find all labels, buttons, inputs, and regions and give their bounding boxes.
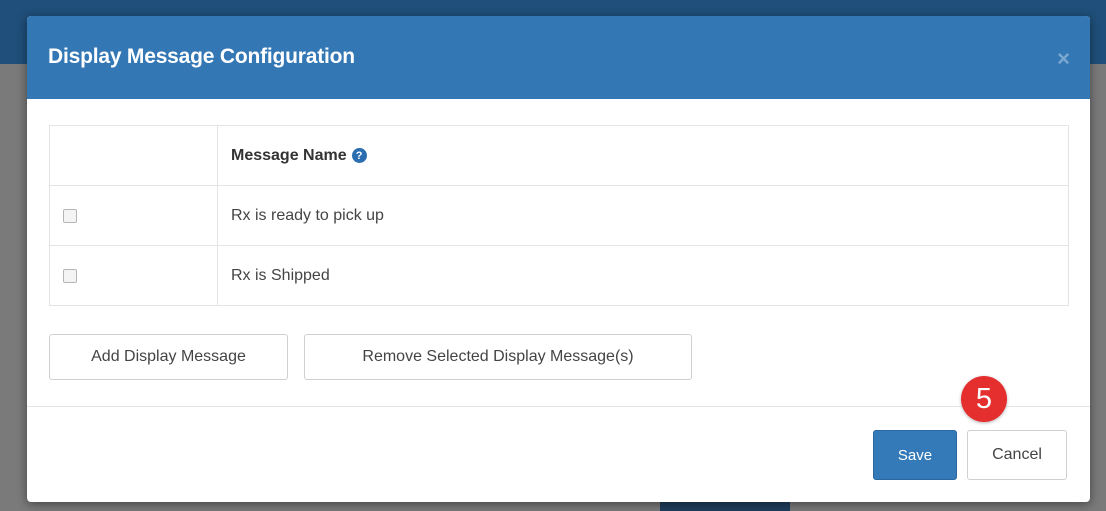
table-header-row: Message Name ? xyxy=(50,126,1068,186)
select-column-header xyxy=(50,126,218,185)
dialog-header: Display Message Configuration × xyxy=(27,16,1090,99)
row-checkbox[interactable] xyxy=(63,268,77,283)
cancel-button[interactable]: Cancel xyxy=(967,430,1067,480)
save-button[interactable]: Save xyxy=(873,430,957,480)
message-name-cell: Rx is Shipped xyxy=(231,266,330,284)
dialog-title: Display Message Configuration xyxy=(48,45,355,68)
footer-divider xyxy=(27,406,1090,407)
row-select-cell xyxy=(50,246,218,305)
step-number-badge: 5 xyxy=(961,376,1007,422)
row-select-cell xyxy=(50,186,218,245)
table-row: Rx is Shipped xyxy=(50,246,1068,305)
add-display-message-button[interactable]: Add Display Message xyxy=(49,334,288,380)
help-icon[interactable]: ? xyxy=(351,148,367,163)
remove-selected-display-messages-button[interactable]: Remove Selected Display Message(s) xyxy=(304,334,692,380)
message-name-column-header: Message Name ? xyxy=(218,126,1068,185)
display-message-configuration-dialog: Display Message Configuration × Message … xyxy=(27,16,1090,502)
message-name-cell: Rx is ready to pick up xyxy=(231,206,384,224)
table-row: Rx is ready to pick up xyxy=(50,186,1068,246)
row-checkbox[interactable] xyxy=(63,208,77,223)
messages-table: Message Name ? Rx is ready to pick up Rx… xyxy=(49,125,1069,306)
message-name-header-label: Message Name xyxy=(231,146,347,164)
close-icon[interactable]: × xyxy=(1057,46,1070,72)
